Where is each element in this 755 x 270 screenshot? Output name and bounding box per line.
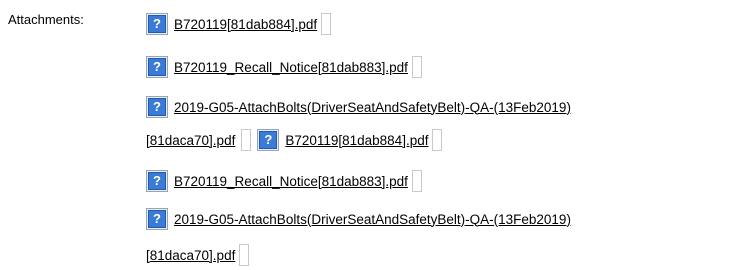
empty-frame — [321, 13, 332, 35]
attachment-item: ? B720119_Recall_Notice[81dab883].pdf — [146, 169, 422, 193]
help-question-icon: ? — [148, 210, 166, 228]
help-question-icon: ? — [148, 58, 166, 76]
attachment-link[interactable]: B720119[81dab884].pdf — [174, 17, 317, 32]
broken-image-icon[interactable]: ? — [146, 56, 168, 78]
broken-image-icon[interactable]: ? — [146, 170, 168, 192]
attachment-item: [81daca70].pdf ? B720119[81dab884].pdf — [146, 128, 443, 152]
attachment-link[interactable]: B720119_Recall_Notice[81dab883].pdf — [174, 60, 408, 75]
broken-image-icon[interactable]: ? — [257, 129, 280, 151]
attachment-link[interactable]: B720119_Recall_Notice[81dab883].pdf — [174, 174, 408, 189]
help-question-icon: ? — [148, 98, 166, 116]
attachment-link-continued[interactable]: [81daca70].pdf — [146, 248, 235, 263]
attachment-item: ? 2019-G05-AttachBolts(DriverSeatAndSafe… — [146, 95, 571, 119]
attachment-item: [81daca70].pdf — [146, 243, 250, 267]
empty-frame — [411, 56, 422, 78]
attachment-item: ? 2019-G05-AttachBolts(DriverSeatAndSafe… — [146, 207, 571, 231]
empty-frame — [411, 170, 422, 192]
attachment-item: ? B720119[81dab884].pdf — [146, 12, 332, 36]
empty-frame — [432, 129, 443, 151]
attachment-link-continued[interactable]: [81daca70].pdf — [146, 133, 235, 148]
help-question-icon: ? — [148, 15, 166, 33]
attachment-link[interactable]: 2019-G05-AttachBolts(DriverSeatAndSafety… — [174, 100, 571, 115]
attachments-label: Attachments: — [8, 12, 84, 27]
attachment-item: ? B720119_Recall_Notice[81dab883].pdf — [146, 55, 422, 79]
empty-frame — [241, 129, 252, 151]
attachment-link[interactable]: B720119[81dab884].pdf — [285, 133, 428, 148]
broken-image-icon[interactable]: ? — [146, 208, 168, 230]
help-question-icon: ? — [259, 131, 278, 149]
help-question-icon: ? — [148, 172, 166, 190]
broken-image-icon[interactable]: ? — [146, 96, 168, 118]
empty-frame — [239, 244, 250, 266]
broken-image-icon[interactable]: ? — [146, 13, 168, 35]
attachment-link[interactable]: 2019-G05-AttachBolts(DriverSeatAndSafety… — [174, 212, 571, 227]
